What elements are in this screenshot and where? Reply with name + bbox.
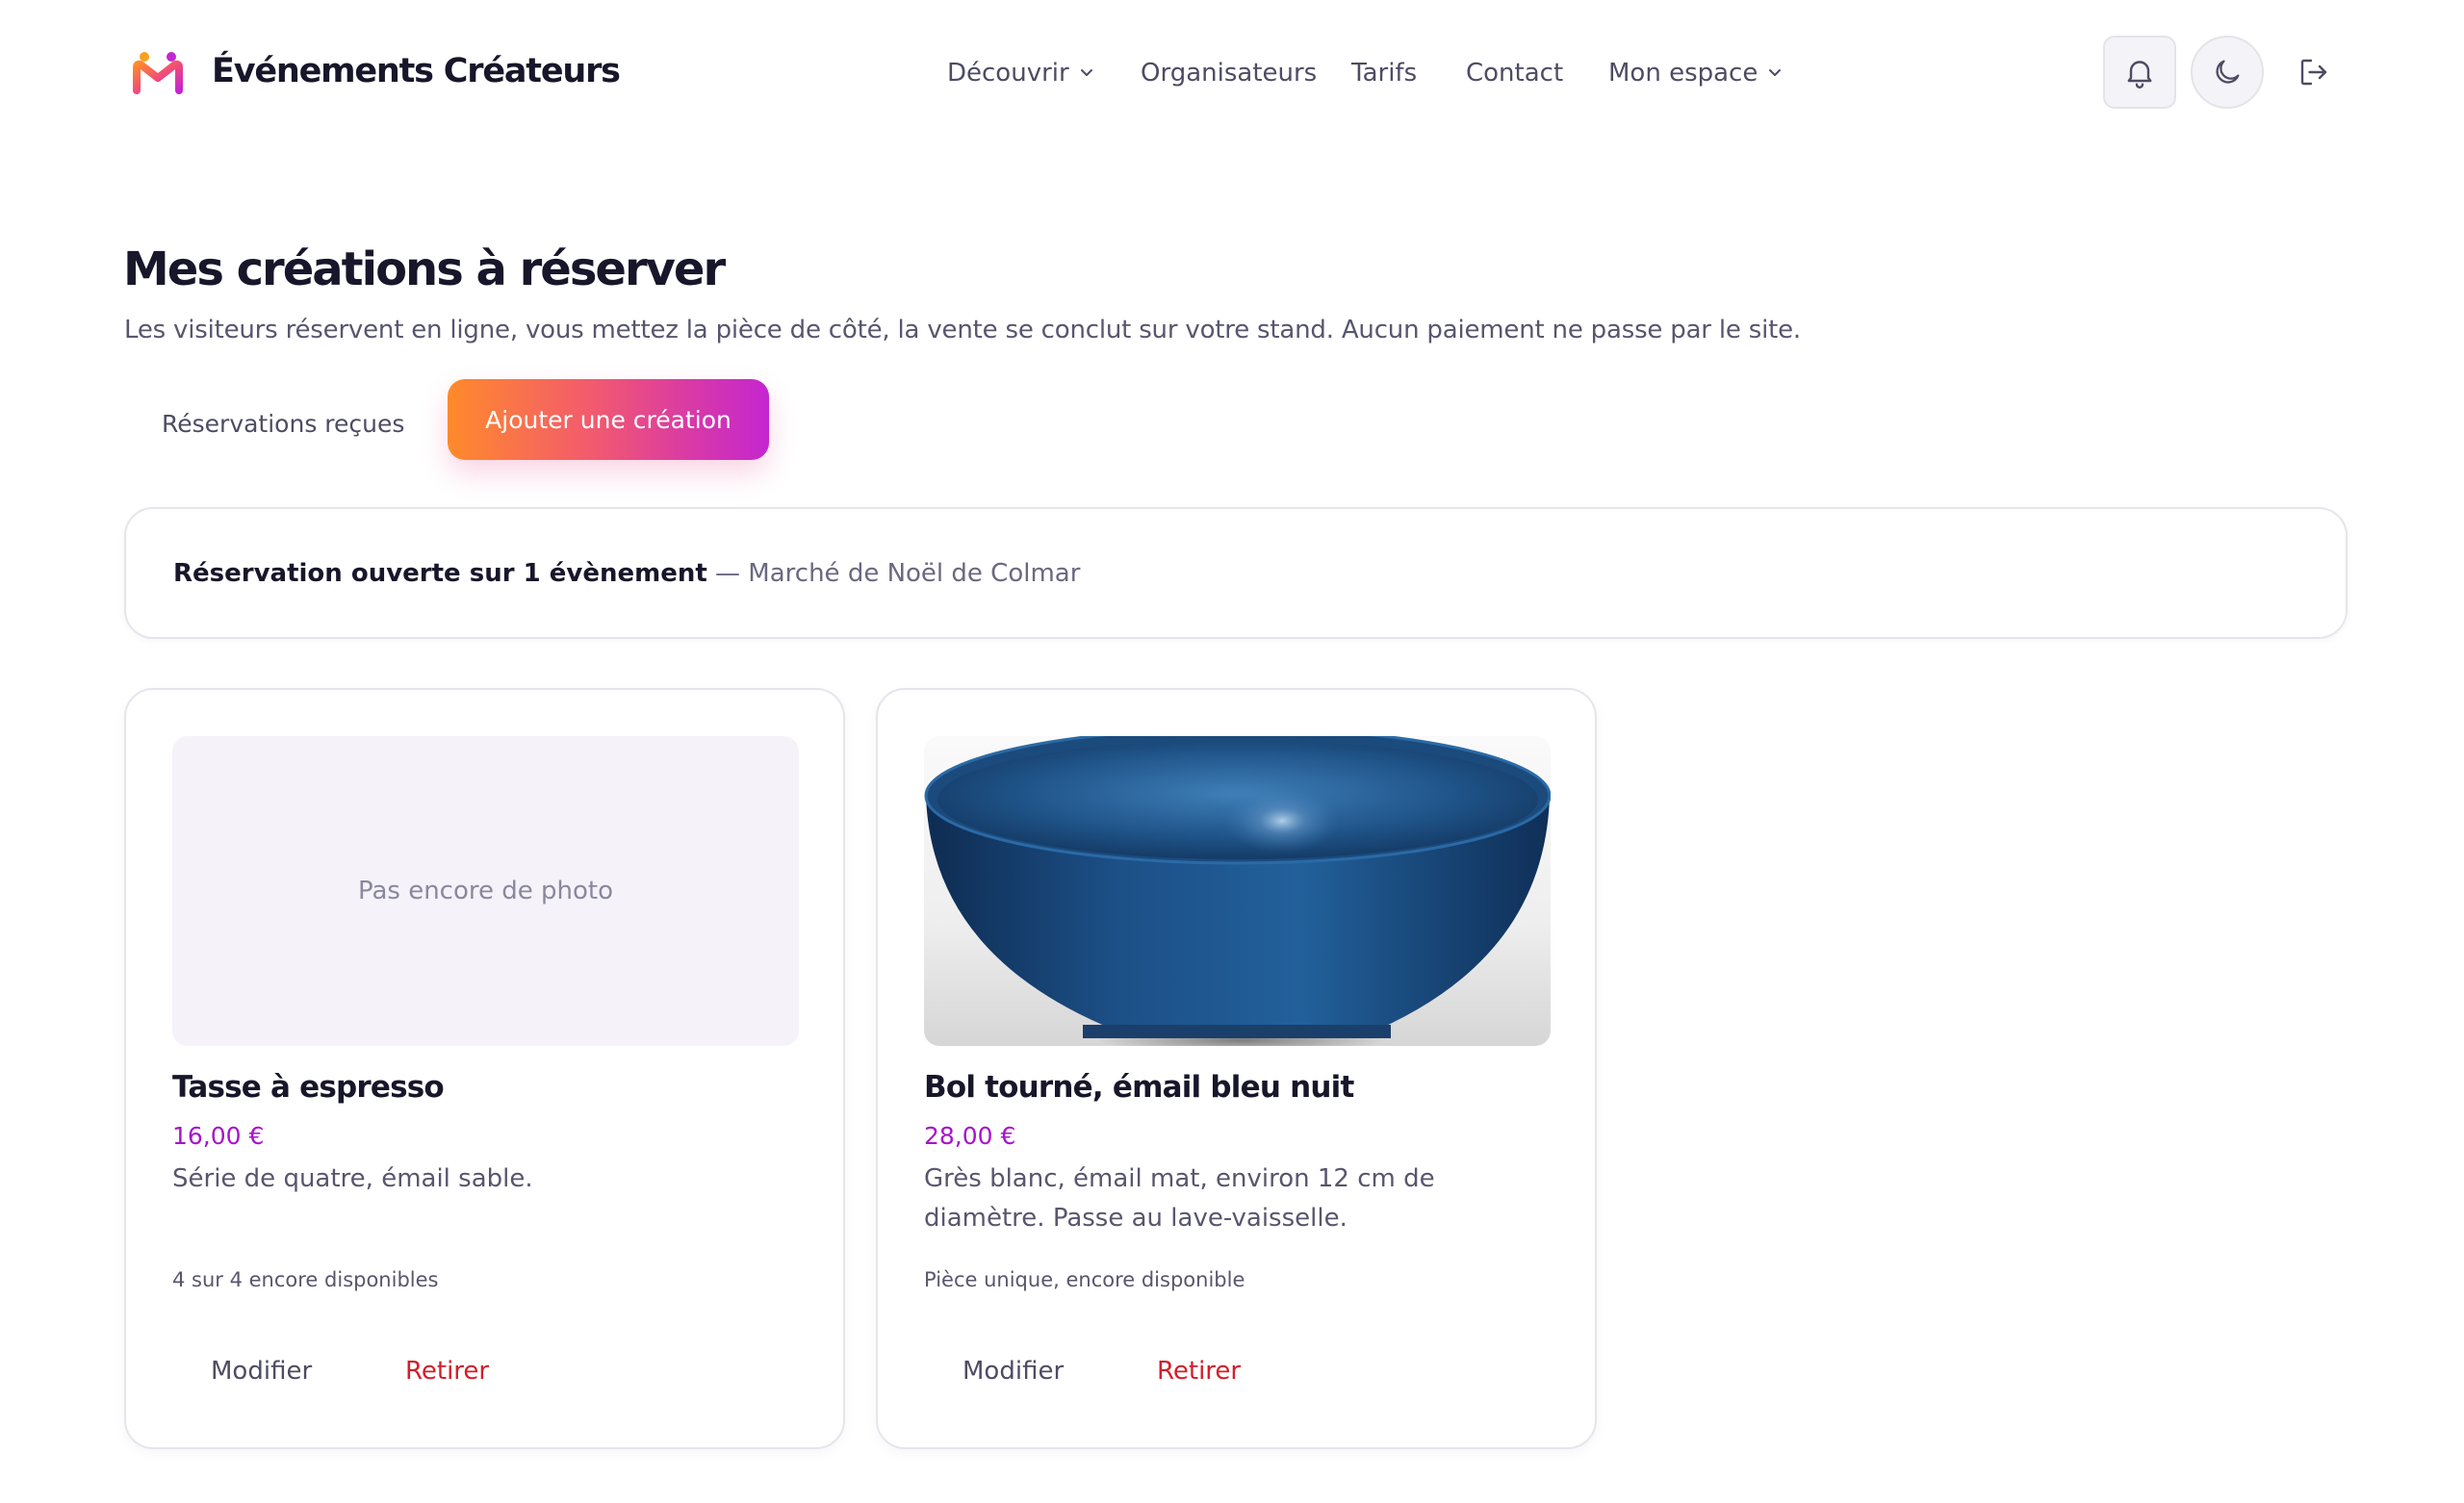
page-title: Mes créations à réserver (123, 242, 726, 296)
creation-description: Grès blanc, émail mat, environ 12 cm de … (924, 1164, 1435, 1233)
moon-icon (2216, 60, 2240, 84)
creation-stock: 4 sur 4 encore disponibles (172, 1268, 439, 1291)
bell-icon (2127, 61, 2152, 89)
photo-placeholder: Pas encore de photo (172, 736, 799, 1046)
creation-description: Série de quatre, émail sable. (172, 1164, 533, 1193)
nav-item-mon-espace[interactable]: Mon espace (1608, 52, 1783, 94)
site-header: Événements Créateurs Découvrir Organisat… (0, 0, 2464, 144)
brand-logo-icon[interactable] (133, 48, 183, 96)
creation-card: Pas encore de photo Tasse à espresso 16,… (124, 688, 845, 1449)
reservations-received-button[interactable]: Réservations reçues (142, 387, 424, 460)
chevron-down-icon (1769, 68, 1782, 76)
creation-price: 16,00 € (172, 1122, 265, 1150)
edit-button[interactable]: Modifier (924, 1337, 1102, 1405)
creation-title: Bol tourné, émail bleu nuit (924, 1070, 1354, 1105)
creation-title: Tasse à espresso (172, 1070, 445, 1105)
logout-icon (2300, 59, 2327, 86)
nav-item-label: Tarifs (1351, 59, 1418, 88)
blue-bowl-image (924, 736, 1551, 1046)
brand-name[interactable]: Événements Créateurs (212, 46, 621, 96)
theme-toggle-button[interactable] (2191, 36, 2264, 109)
nav-item-label: Découvrir (947, 59, 1069, 88)
creation-card: Bol tourné, émail bleu nuit 28,00 € Grès… (876, 688, 1597, 1449)
card-actions: Modifier Retirer (172, 1337, 799, 1405)
card-actions: Modifier Retirer (924, 1337, 1551, 1405)
nav-item-label: Organisateurs (1141, 59, 1318, 88)
nav-item-organisateurs[interactable]: Organisateurs (1141, 52, 1317, 94)
banner-event-name: — Marché de Noël de Colmar (706, 559, 1081, 588)
add-creation-button[interactable]: Ajouter une création (448, 379, 769, 460)
notifications-button[interactable] (2103, 36, 2176, 109)
remove-button[interactable]: Retirer (1128, 1337, 1270, 1405)
creation-stock: Pièce unique, encore disponible (924, 1268, 1245, 1291)
nav-item-tarifs[interactable]: Tarifs (1351, 52, 1417, 94)
logout-button[interactable] (2277, 36, 2350, 109)
page-subtitle: Les visiteurs réservent en ligne, vous m… (124, 316, 1801, 344)
creation-price: 28,00 € (924, 1122, 1016, 1150)
remove-button[interactable]: Retirer (376, 1337, 518, 1405)
creation-photo[interactable] (924, 736, 1551, 1046)
banner-text: Réservation ouverte sur 1 évènement — Ma… (173, 554, 1080, 593)
chevron-down-icon (1080, 68, 1092, 76)
event-status-banner: Réservation ouverte sur 1 évènement — Ma… (124, 507, 2348, 639)
banner-status: Réservation ouverte sur 1 évènement (173, 559, 707, 588)
nav-item-label: Mon espace (1608, 59, 1758, 88)
nav-item-label: Contact (1466, 59, 1564, 88)
placeholder-text: Pas encore de photo (357, 877, 614, 905)
nav-item-decouvrir[interactable]: Découvrir (947, 52, 1094, 94)
edit-button[interactable]: Modifier (172, 1337, 350, 1405)
nav-item-contact[interactable]: Contact (1466, 52, 1563, 94)
